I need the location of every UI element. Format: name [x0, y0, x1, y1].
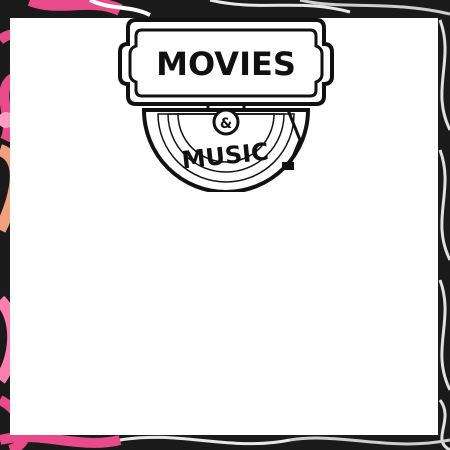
vinyl-record: & MUSIC — [141, 108, 311, 192]
logo-text-ampersand: & — [220, 116, 232, 132]
logo-text-movies: MOVIES — [156, 45, 296, 83]
marquee-sign: MOVIES — [118, 18, 334, 106]
movies-and-music-logo: MOVIES & MUSIC — [118, 18, 334, 192]
